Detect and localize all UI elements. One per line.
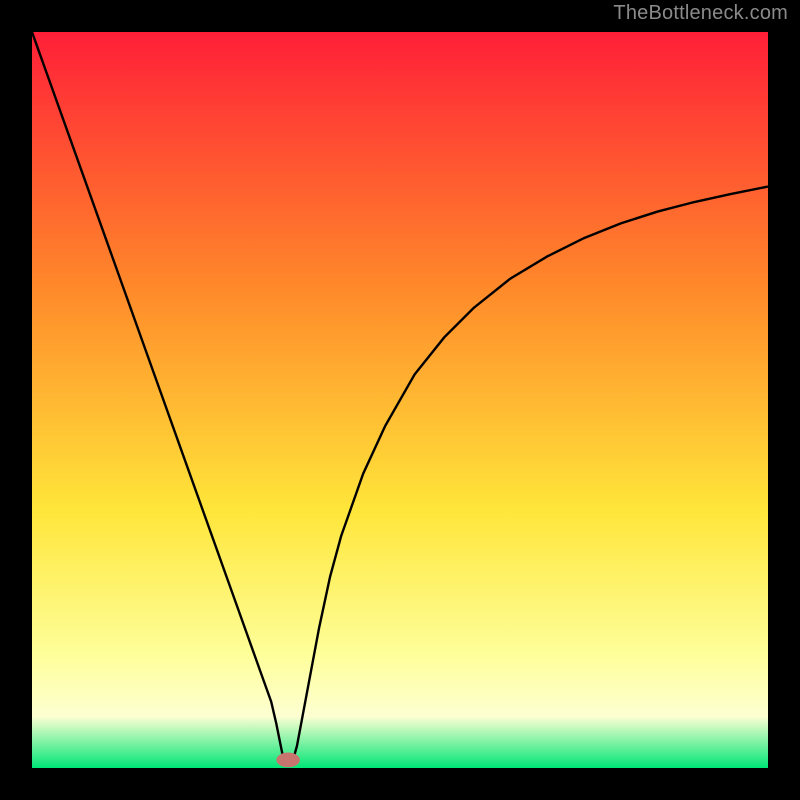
plot-area-wrapper: [32, 32, 768, 768]
chart-svg: [32, 32, 768, 768]
watermark: TheBottleneck.com: [613, 2, 788, 25]
page-root: TheBottleneck.com: [0, 0, 800, 800]
optimum-marker: [276, 753, 300, 768]
